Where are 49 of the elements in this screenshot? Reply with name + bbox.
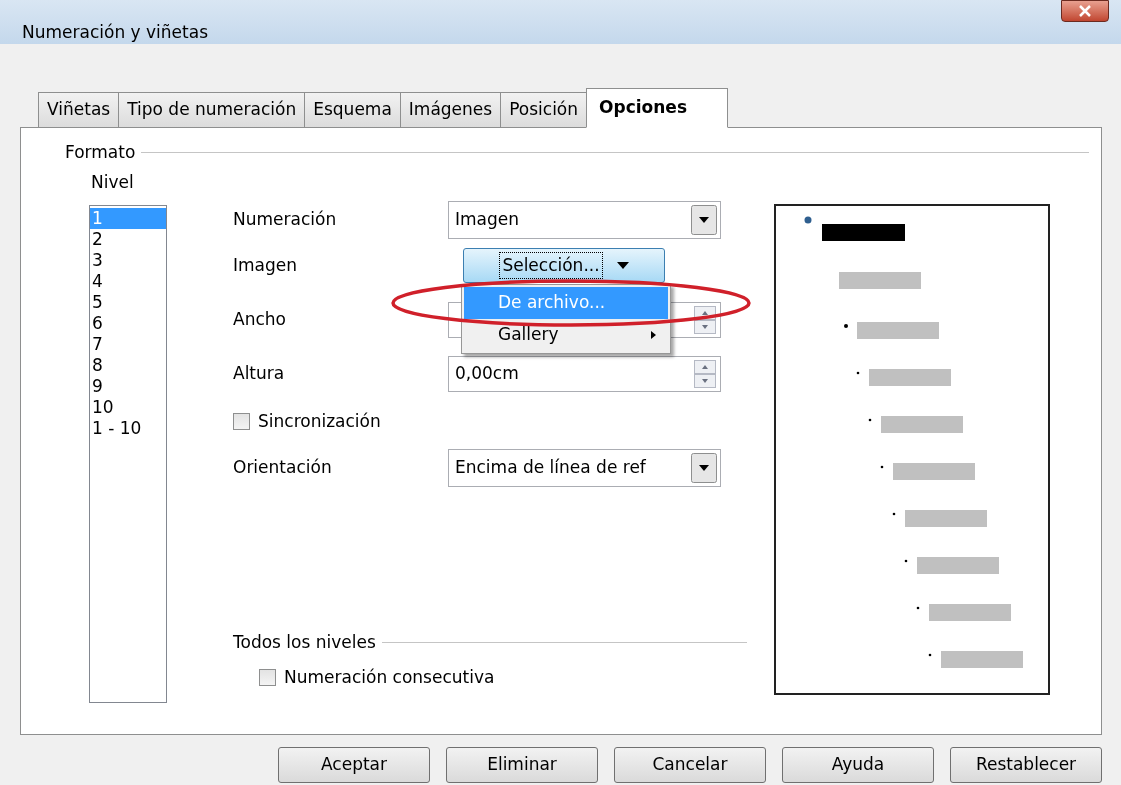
dialog-button[interactable]: Ayuda [782, 747, 934, 783]
close-icon [1079, 5, 1091, 17]
height-field[interactable]: 0,00cm [448, 355, 721, 392]
checkbox-label: Sincronización [258, 409, 381, 433]
field-value: 0,00cm [455, 361, 519, 385]
level-item[interactable]: 8 [90, 355, 166, 376]
level-item[interactable]: 6 [90, 313, 166, 334]
field-value: Imagen [455, 207, 519, 231]
menu-item[interactable]: Gallery [464, 318, 668, 351]
field-label: Numeración [233, 207, 337, 231]
numbering-select[interactable]: Imagen [448, 200, 721, 239]
level-item[interactable]: 7 [90, 334, 166, 355]
field-label: Ancho [233, 307, 286, 331]
tab[interactable]: Esquema [304, 92, 401, 128]
submenu-arrow-icon [651, 330, 656, 339]
dialog-button[interactable]: Aceptar [278, 747, 430, 783]
tab[interactable]: Imágenes [399, 92, 502, 128]
spin-arrows-icon[interactable] [694, 305, 716, 334]
group-legend: Formato [65, 140, 136, 166]
tab[interactable]: Opciones [586, 88, 728, 128]
window-title: Numeración y viñetas [22, 21, 208, 44]
checkbox[interactable] [259, 669, 276, 687]
level-item[interactable]: 9 [90, 376, 166, 397]
close-button[interactable] [1061, 0, 1109, 22]
level-item[interactable]: 10 [90, 397, 166, 418]
group-legend: Todos los niveles [233, 629, 376, 655]
dialog-button[interactable]: Restablecer [950, 747, 1102, 783]
dialog-button[interactable]: Eliminar [446, 747, 598, 783]
level-label: Nivel [91, 170, 135, 194]
field-value: Encima de línea de ref [455, 455, 646, 479]
orientation-select[interactable]: Encima de línea de ref [448, 448, 721, 487]
level-list[interactable]: 1 2 3 4 5 6 7 8 9 10 1 - 10 [89, 205, 167, 703]
spin-arrows-icon[interactable] [694, 359, 716, 388]
level-item[interactable]: 1 - 10 [90, 418, 166, 439]
dialog-button[interactable]: Cancelar [614, 747, 766, 783]
field-label: Orientación [233, 455, 332, 479]
tab[interactable]: Posición [500, 92, 588, 128]
level-item[interactable]: 2 [90, 229, 166, 250]
level-item[interactable]: 5 [90, 292, 166, 313]
checkbox-label: Numeración consecutiva [284, 666, 495, 689]
level-item[interactable]: 4 [90, 271, 166, 292]
tab[interactable]: Viñetas [38, 92, 120, 128]
checkbox[interactable] [233, 413, 250, 430]
caret-icon [616, 261, 629, 270]
tab[interactable]: Tipo de numeración [118, 92, 306, 128]
level-item[interactable]: 3 [90, 250, 166, 271]
field-label: Imagen [233, 253, 298, 277]
field-label: Altura [233, 361, 285, 385]
selection-button[interactable]: Selección... [463, 248, 665, 283]
